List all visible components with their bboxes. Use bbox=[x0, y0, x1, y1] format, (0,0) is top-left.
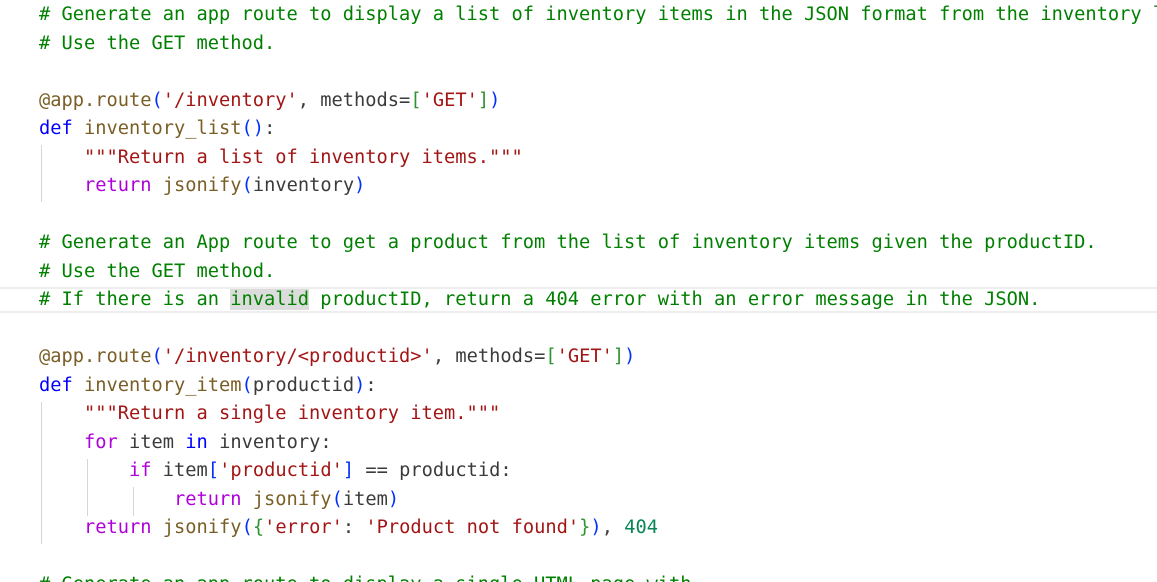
code-token: return bbox=[174, 488, 242, 510]
code-token: # Use the GET method. bbox=[39, 260, 276, 282]
code-token: [ bbox=[207, 460, 220, 481]
code-token: inventory_item bbox=[84, 374, 242, 396]
code-token: : bbox=[365, 374, 377, 396]
code-token: '/inventory/<productid>' bbox=[162, 346, 433, 367]
code-token: item bbox=[342, 488, 388, 510]
code-token: , methods= bbox=[432, 346, 546, 367]
code-token: 404 bbox=[624, 517, 658, 538]
code-token: def bbox=[39, 118, 73, 139]
code-token: ] bbox=[342, 460, 355, 481]
code-token: , methods= bbox=[297, 89, 411, 111]
code-line[interactable]: # If there is an invalid productID, retu… bbox=[39, 286, 1040, 315]
code-token: inventory bbox=[252, 175, 355, 196]
code-token: ] bbox=[477, 89, 490, 111]
code-token: ( bbox=[241, 175, 253, 196]
code-token: productID, return a 404 error with an er… bbox=[309, 289, 1041, 310]
code-line[interactable]: # Generate an app route to display a lis… bbox=[39, 1, 1157, 30]
code-token: inventory: bbox=[207, 431, 332, 453]
code-line[interactable]: if item['productid'] == productid: bbox=[39, 457, 512, 486]
code-token: @app.route bbox=[39, 89, 152, 111]
code-token: # Generate an app route to display a lis… bbox=[39, 4, 1157, 25]
code-line[interactable]: # Generate an app route to display a sin… bbox=[39, 571, 737, 582]
code-token: jsonify bbox=[252, 488, 332, 510]
code-token: () bbox=[241, 118, 265, 139]
code-token: 'error' bbox=[264, 517, 343, 538]
code-line[interactable]: @app.route('/inventory/<productid>', met… bbox=[39, 343, 635, 372]
code-token: ) bbox=[387, 488, 400, 510]
code-line[interactable]: return jsonify({'error': 'Product not fo… bbox=[39, 514, 658, 543]
code-token: inventory_list bbox=[84, 118, 242, 139]
code-token: [ bbox=[545, 346, 557, 367]
code-token: # If there is an bbox=[39, 289, 231, 310]
code-token: 'GET' bbox=[421, 89, 478, 111]
code-token: jsonify bbox=[162, 175, 242, 196]
code-token: # Generate an App route to get a product… bbox=[39, 232, 1097, 253]
code-token: item bbox=[117, 431, 186, 453]
code-token: ( bbox=[331, 488, 343, 510]
code-token: == productid: bbox=[354, 460, 512, 481]
code-token: return bbox=[84, 175, 152, 196]
code-editor[interactable]: # Generate an app route to display a lis… bbox=[0, 0, 1157, 582]
code-token: in bbox=[185, 431, 208, 453]
code-token: } bbox=[579, 517, 591, 538]
code-token: ( bbox=[151, 89, 163, 111]
highlighted-word: invalid bbox=[230, 289, 310, 310]
code-token: 'GET' bbox=[556, 346, 613, 367]
code-line[interactable]: def inventory_list(): bbox=[39, 115, 275, 144]
code-token: 'Product not found' bbox=[365, 517, 580, 538]
code-line[interactable]: """Return a single inventory item.""" bbox=[39, 400, 500, 429]
code-token: for bbox=[84, 431, 118, 453]
code-token: @app.route bbox=[39, 346, 152, 367]
code-token: ( bbox=[241, 517, 253, 538]
code-token: ) bbox=[489, 89, 501, 111]
code-token: { bbox=[252, 517, 265, 538]
code-line[interactable]: for item in inventory: bbox=[39, 429, 332, 458]
code-token: return bbox=[84, 517, 152, 538]
code-token: ( bbox=[151, 346, 163, 367]
code-token: 'productid' bbox=[219, 460, 343, 481]
code-line[interactable]: @app.route('/inventory', methods=['GET']… bbox=[39, 87, 500, 116]
code-token: def bbox=[39, 374, 73, 396]
code-token: productid bbox=[252, 374, 355, 396]
code-line[interactable]: # Use the GET method. bbox=[39, 30, 275, 59]
code-token: ( bbox=[241, 374, 253, 396]
code-line[interactable]: def inventory_item(productid): bbox=[39, 372, 377, 401]
code-token: : bbox=[342, 517, 366, 538]
code-token: jsonify bbox=[162, 517, 242, 538]
code-token: # Use the GET method. bbox=[39, 32, 276, 54]
code-token: ) bbox=[624, 346, 636, 367]
code-token: # Generate an app route to display a sin… bbox=[39, 574, 737, 582]
code-line[interactable]: # Use the GET method. bbox=[39, 258, 275, 287]
code-token: if bbox=[129, 460, 152, 481]
code-token: ) bbox=[354, 175, 366, 196]
code-token: item bbox=[151, 460, 208, 481]
code-line[interactable]: return jsonify(inventory) bbox=[39, 172, 365, 201]
code-token: ) bbox=[354, 374, 366, 396]
code-token: """Return a list of inventory items.""" bbox=[84, 146, 523, 168]
code-token: ] bbox=[612, 346, 625, 367]
code-token: [ bbox=[410, 89, 422, 111]
code-line[interactable]: # Generate an App route to get a product… bbox=[39, 229, 1097, 258]
code-token: , bbox=[601, 517, 625, 538]
code-token: '/inventory' bbox=[162, 89, 298, 111]
code-line[interactable]: """Return a list of inventory items.""" bbox=[39, 144, 523, 173]
code-token: : bbox=[264, 118, 276, 139]
code-token: """Return a single inventory item.""" bbox=[84, 403, 501, 424]
code-token: ) bbox=[590, 517, 602, 538]
code-line[interactable]: return jsonify(item) bbox=[39, 486, 399, 515]
